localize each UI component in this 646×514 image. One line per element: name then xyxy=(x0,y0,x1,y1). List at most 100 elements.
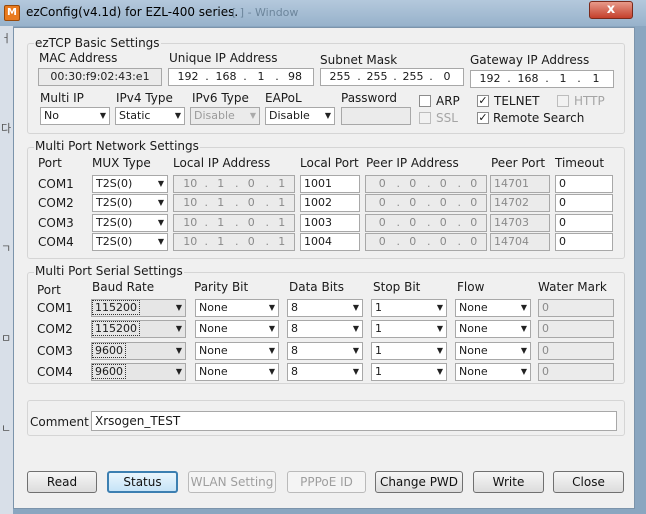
flow-select[interactable]: None ▼ xyxy=(455,299,531,317)
gateway-octet[interactable]: 168 xyxy=(511,71,545,87)
mask-field[interactable]: 255 . 255 . 255 . 0 xyxy=(320,68,464,86)
http-checkbox xyxy=(557,95,569,107)
local-ip-field-octet: 0 xyxy=(247,216,255,229)
chevron-down-icon: ▼ xyxy=(157,198,164,207)
baud-rate-select-value: 9600 xyxy=(92,364,126,379)
gateway-octet[interactable]: 1 xyxy=(549,71,577,87)
mask-octet[interactable]: 255 xyxy=(397,69,429,85)
ip-octet[interactable]: 168 xyxy=(209,69,243,85)
gateway-octet[interactable]: 1 xyxy=(581,71,611,87)
change-pwd-button[interactable]: Change PWD xyxy=(375,471,463,493)
flow-select-value: None xyxy=(459,322,488,335)
stop-bit-select[interactable]: 1 ▼ xyxy=(371,320,447,338)
serial-settings-legend: Multi Port Serial Settings xyxy=(34,264,184,278)
baud-rate-select[interactable]: 9600 ▼ xyxy=(91,342,186,360)
mask-octet[interactable]: 255 xyxy=(323,69,357,85)
stop-bit-select[interactable]: 1 ▼ xyxy=(371,342,447,360)
baud-rate-select[interactable]: 115200 ▼ xyxy=(91,320,186,338)
flow-select[interactable]: None ▼ xyxy=(455,363,531,381)
network-col-peer-port: Peer Port xyxy=(491,156,546,170)
network-col-timeout: Timeout xyxy=(555,156,605,170)
title-bar[interactable]: M ezConfig(v4.1d) for EZL-400 series. [ … xyxy=(0,0,646,26)
data-bits-select[interactable]: 8 ▼ xyxy=(287,299,363,317)
flow-select[interactable]: None ▼ xyxy=(455,342,531,360)
close-button[interactable]: Close xyxy=(553,471,624,493)
ssl-label: SSL xyxy=(436,111,458,125)
mux-type-value: T2S(0) xyxy=(96,177,133,190)
peer-port-input: 14703 xyxy=(490,214,550,232)
ipv6-type-value: Disable xyxy=(194,109,235,122)
gateway-field[interactable]: 192 . 168 . 1 . 1 xyxy=(470,70,614,88)
stop-bit-select-value: 1 xyxy=(375,301,382,314)
timeout-input[interactable]: 0 xyxy=(555,233,613,251)
flow-select[interactable]: None ▼ xyxy=(455,320,531,338)
data-bits-select-value: 8 xyxy=(291,344,298,357)
chevron-down-icon: ▼ xyxy=(175,303,182,312)
local-port-input[interactable]: 1003 xyxy=(300,214,360,232)
network-port-label: COM4 xyxy=(38,235,74,249)
ip-field[interactable]: 192 . 168 . 1 . 98 xyxy=(168,68,314,86)
chevron-down-icon: ▼ xyxy=(352,303,359,312)
multi-ip-select[interactable]: No ▼ xyxy=(40,107,110,125)
mask-octet[interactable]: 255 xyxy=(361,69,393,85)
data-bits-select[interactable]: 8 ▼ xyxy=(287,363,363,381)
telnet-checkbox[interactable]: ✓ xyxy=(477,95,489,107)
peer-ip-field-octet: 0 xyxy=(439,177,447,190)
local-ip-field-octet: 10 xyxy=(183,177,198,190)
ipv4-type-select[interactable]: Static ▼ xyxy=(115,107,185,125)
chevron-down-icon: ▼ xyxy=(249,111,256,120)
timeout-input[interactable]: 0 xyxy=(555,214,613,232)
status-button[interactable]: Status xyxy=(107,471,178,493)
remote-search-checkbox[interactable]: ✓ xyxy=(477,112,489,124)
mask-label: Subnet Mask xyxy=(320,53,398,67)
local-ip-field-octet: 1 xyxy=(217,235,225,248)
write-button[interactable]: Write xyxy=(473,471,544,493)
mux-type-select[interactable]: T2S(0) ▼ xyxy=(92,233,168,251)
ip-label: Unique IP Address xyxy=(169,51,278,65)
chevron-down-icon: ▼ xyxy=(174,111,181,120)
stop-bit-select[interactable]: 1 ▼ xyxy=(371,299,447,317)
timeout-input[interactable]: 0 xyxy=(555,194,613,212)
telnet-label: TELNET xyxy=(494,94,540,108)
timeout-input[interactable]: 0 xyxy=(555,175,613,193)
ip-octet[interactable]: 192 xyxy=(171,69,205,85)
ipv6-type-select: Disable ▼ xyxy=(190,107,260,125)
peer-ip-field-octet: 0 xyxy=(439,196,447,209)
chevron-down-icon: ▼ xyxy=(436,346,443,355)
basic-settings-legend: ezTCP Basic Settings xyxy=(34,36,161,50)
gateway-octet[interactable]: 192 xyxy=(473,71,507,87)
ipv4-label: IPv4 Type xyxy=(116,91,173,105)
parity-select[interactable]: None ▼ xyxy=(195,342,279,360)
ip-octet[interactable]: 98 xyxy=(279,69,311,85)
local-port-input[interactable]: 1002 xyxy=(300,194,360,212)
read-button[interactable]: Read xyxy=(27,471,97,493)
mux-type-select[interactable]: T2S(0) ▼ xyxy=(92,194,168,212)
eapol-select[interactable]: Disable ▼ xyxy=(265,107,335,125)
parity-select[interactable]: None ▼ xyxy=(195,299,279,317)
arp-checkbox[interactable] xyxy=(419,95,431,107)
stop-bit-select-value: 1 xyxy=(375,344,382,357)
serial-col-stop: Stop Bit xyxy=(373,280,421,294)
local-port-input[interactable]: 1004 xyxy=(300,233,360,251)
background-window-edge: ㅓ 다 ㄱ ㅁ ㄴ xyxy=(0,26,13,514)
chevron-down-icon: ▼ xyxy=(352,346,359,355)
local-ip-field-octet: 1 xyxy=(278,196,286,209)
stop-bit-select-value: 1 xyxy=(375,365,382,378)
baud-rate-select[interactable]: 9600 ▼ xyxy=(91,363,186,381)
parity-select[interactable]: None ▼ xyxy=(195,363,279,381)
stop-bit-select[interactable]: 1 ▼ xyxy=(371,363,447,381)
data-bits-select[interactable]: 8 ▼ xyxy=(287,320,363,338)
mux-type-value: T2S(0) xyxy=(96,196,133,209)
baud-rate-select[interactable]: 115200 ▼ xyxy=(91,299,186,317)
local-ip-field-octet: 1 xyxy=(278,216,286,229)
window-close-button[interactable]: x xyxy=(589,1,633,19)
ip-octet[interactable]: 1 xyxy=(247,69,275,85)
local-port-input[interactable]: 1001 xyxy=(300,175,360,193)
network-port-label: COM3 xyxy=(38,216,74,230)
mux-type-select[interactable]: T2S(0) ▼ xyxy=(92,175,168,193)
mask-octet[interactable]: 0 xyxy=(433,69,461,85)
data-bits-select[interactable]: 8 ▼ xyxy=(287,342,363,360)
comment-input[interactable]: Xrsogen_TEST xyxy=(91,411,617,431)
parity-select[interactable]: None ▼ xyxy=(195,320,279,338)
mux-type-select[interactable]: T2S(0) ▼ xyxy=(92,214,168,232)
